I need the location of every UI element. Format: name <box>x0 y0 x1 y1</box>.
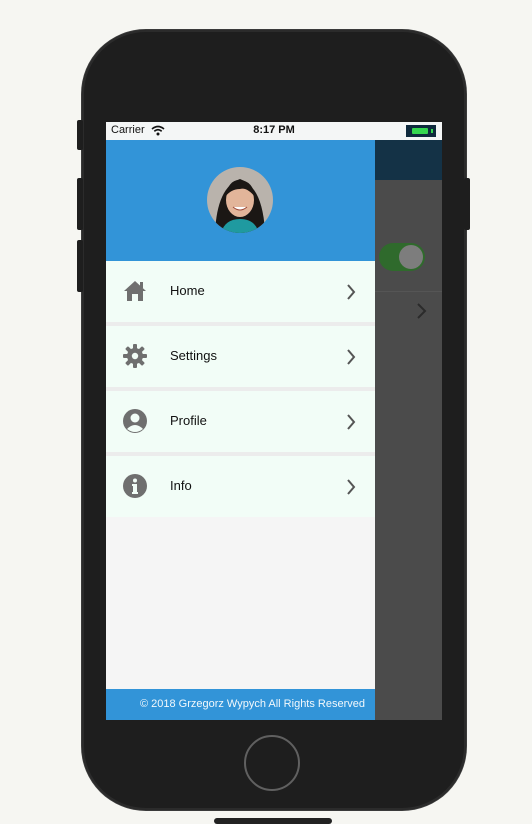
avatar[interactable] <box>207 167 273 233</box>
menu-item-label: Settings <box>170 348 217 363</box>
mute-switch <box>77 120 83 150</box>
background-divider <box>375 291 442 292</box>
volume-up-button <box>77 178 83 230</box>
menu-item-settings[interactable]: Settings <box>106 326 375 391</box>
volume-down-button <box>77 240 83 292</box>
chevron-right-icon <box>347 349 356 365</box>
chevron-right-icon <box>347 414 356 430</box>
user-circle-icon <box>123 409 147 433</box>
drawer-header <box>106 140 375 261</box>
chevron-right-icon <box>347 284 356 300</box>
drawer-footer: © 2018 Grzegorz Wypych All Rights Reserv… <box>106 689 375 720</box>
status-bar: Carrier 8:17 PM <box>106 122 442 140</box>
screen: Carrier 8:17 PM Home Settings Profile In… <box>106 122 442 720</box>
menu-item-label: Profile <box>170 413 207 428</box>
side-drawer: Home Settings Profile Info © 2018 Grzego… <box>106 140 375 720</box>
power-button <box>464 178 470 230</box>
background-toggle[interactable] <box>379 243 425 271</box>
chevron-right-icon[interactable] <box>415 302 427 320</box>
home-button[interactable] <box>244 735 300 791</box>
menu-item-label: Home <box>170 283 205 298</box>
gear-icon <box>123 344 147 368</box>
clock: 8:17 PM <box>253 124 295 136</box>
battery-icon <box>406 125 436 137</box>
home-icon <box>124 281 146 301</box>
drawer-menu: Home Settings Profile Info <box>106 261 375 517</box>
chevron-right-icon <box>347 479 356 495</box>
toggle-knob <box>399 245 423 269</box>
menu-item-home[interactable]: Home <box>106 261 375 326</box>
device-edge <box>214 818 332 824</box>
info-icon <box>123 474 147 498</box>
menu-item-info[interactable]: Info <box>106 456 375 517</box>
menu-item-label: Info <box>170 478 192 493</box>
menu-item-profile[interactable]: Profile <box>106 391 375 456</box>
